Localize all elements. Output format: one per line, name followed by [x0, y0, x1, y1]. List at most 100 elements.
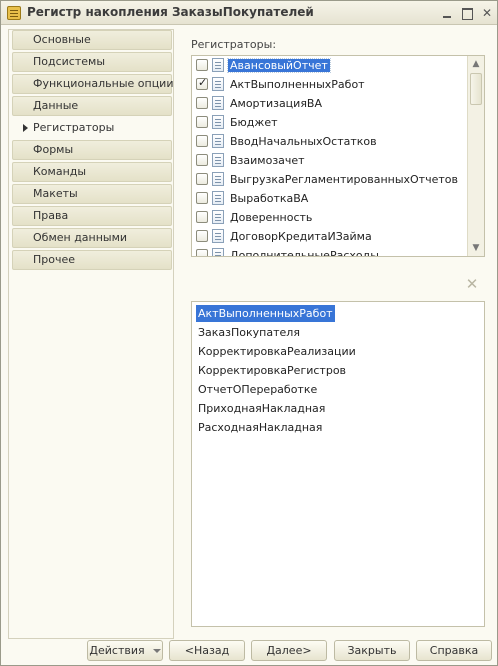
register-app-icon — [7, 6, 21, 20]
minimize-button[interactable] — [439, 5, 455, 21]
document-icon — [212, 153, 224, 167]
nav-item-registratory[interactable]: Регистраторы — [12, 118, 172, 138]
list-item-label: АктВыполненныхРабот — [230, 78, 365, 91]
checkbox[interactable] — [196, 211, 208, 223]
checkbox[interactable] — [196, 97, 208, 109]
actions-button[interactable]: Действия — [87, 640, 163, 661]
checkbox[interactable] — [196, 249, 208, 256]
list-item[interactable]: ЗаказПокупателя — [196, 324, 302, 341]
list-item[interactable]: АвансовыйОтчет — [192, 56, 468, 75]
nav-item-label: Регистраторы — [33, 121, 115, 134]
registrators-label: Регистраторы: — [191, 38, 277, 51]
list-item-label: Бюджет — [230, 116, 278, 129]
list-item[interactable]: ОтчетОПереработке — [196, 381, 319, 398]
list-item[interactable]: АктВыполненныхРабот — [192, 75, 468, 94]
checkbox[interactable] — [196, 76, 208, 90]
nav-item-label: Подсистемы — [33, 55, 106, 68]
list-item[interactable]: ПриходнаяНакладная — [196, 400, 327, 417]
list-item-label: ДоговорКредитаИЗайма — [230, 230, 372, 243]
nav-item-label: Функциональные опции — [33, 77, 174, 90]
list-item[interactable]: Бюджет — [192, 113, 468, 132]
checkbox[interactable] — [196, 59, 208, 71]
help-button[interactable]: Справка — [416, 640, 492, 661]
scroll-thumb[interactable] — [470, 73, 482, 105]
scroll-up-icon[interactable]: ▲ — [468, 56, 484, 72]
sections-nav: Основные Подсистемы Функциональные опции… — [8, 29, 174, 639]
nav-item-dannye[interactable]: Данные — [12, 96, 172, 116]
list-item-label: АвансовыйОтчет — [227, 58, 331, 73]
document-icon — [212, 115, 224, 129]
checkbox[interactable] — [196, 154, 208, 166]
nav-item-label: Обмен данными — [33, 231, 128, 244]
list-item[interactable]: КорректировкаРегистров — [196, 362, 348, 379]
document-icon — [212, 229, 224, 243]
list-item[interactable]: КорректировкаРеализации — [196, 343, 358, 360]
list-item-label: ВводНачальныхОстатков — [230, 135, 377, 148]
scroll-down-icon[interactable]: ▼ — [468, 240, 484, 256]
list-item[interactable]: АктВыполненныхРабот — [196, 305, 335, 322]
back-button-label: <Назад — [184, 644, 230, 657]
checkbox[interactable] — [196, 116, 208, 128]
close-button-label: Закрыть — [347, 644, 397, 657]
nav-item-prava[interactable]: Права — [12, 206, 172, 226]
list-item-label: Взаимозачет — [230, 154, 305, 167]
help-button-label: Справка — [429, 644, 479, 657]
dialog-window: Регистр накопления ЗаказыПокупателей ✕ О… — [0, 0, 498, 666]
nav-item-label: Макеты — [33, 187, 78, 200]
document-icon — [212, 96, 224, 110]
list-item[interactable]: ВыработкаВА — [192, 189, 468, 208]
list-item[interactable]: ВводНачальныхОстатков — [192, 132, 468, 151]
list-item[interactable]: АмортизацияВА — [192, 94, 468, 113]
close-window-button[interactable]: ✕ — [479, 5, 495, 21]
next-button-label: Далее> — [266, 644, 312, 657]
list-item-label: ВыработкаВА — [230, 192, 309, 205]
nav-item-label: Права — [33, 209, 69, 222]
nav-item-label: Команды — [33, 165, 87, 178]
maximize-button[interactable] — [459, 5, 475, 21]
nav-item-prochee[interactable]: Прочее — [12, 250, 172, 270]
checkbox[interactable] — [196, 192, 208, 204]
nav-item-formy[interactable]: Формы — [12, 140, 172, 160]
list-item[interactable]: Взаимозачет — [192, 151, 468, 170]
document-icon — [212, 134, 224, 148]
document-icon — [212, 172, 224, 186]
vertical-scrollbar[interactable]: ▲ ▼ — [467, 56, 484, 256]
close-icon[interactable]: ✕ — [465, 277, 479, 292]
nav-item-podsistemy[interactable]: Подсистемы — [12, 52, 172, 72]
list-item-label: ВыгрузкаРегламентированныхОтчетов — [230, 173, 458, 186]
list-item[interactable]: ДополнительныеРасходы — [192, 246, 468, 257]
document-icon — [212, 58, 224, 72]
document-icon — [212, 77, 224, 91]
nav-item-label: Формы — [33, 143, 74, 156]
registrators-list[interactable]: АвансовыйОтчет АктВыполненныхРабот Аморт… — [191, 55, 485, 257]
close-button[interactable]: Закрыть — [334, 640, 410, 661]
list-item-label: ДополнительныеРасходы — [230, 249, 379, 257]
next-button[interactable]: Далее> — [251, 640, 327, 661]
back-button[interactable]: <Назад — [169, 640, 245, 661]
document-icon — [212, 210, 224, 224]
selected-registrators-list[interactable]: АктВыполненныхРабот ЗаказПокупателя Корр… — [191, 301, 485, 627]
nav-item-funktsionalnye-optsii[interactable]: Функциональные опции — [12, 74, 174, 94]
list-item[interactable]: РасходнаяНакладная — [196, 419, 324, 436]
list-item[interactable]: ДоговорКредитаИЗайма — [192, 227, 468, 246]
list-item[interactable]: ВыгрузкаРегламентированныхОтчетов — [192, 170, 468, 189]
chevron-down-icon — [152, 649, 161, 653]
actions-button-label: Действия — [89, 644, 145, 657]
nav-item-komandy[interactable]: Команды — [12, 162, 172, 182]
window-title: Регистр накопления ЗаказыПокупателей — [27, 5, 314, 19]
nav-item-obmen-dannymi[interactable]: Обмен данными — [12, 228, 172, 248]
list-item-label: Доверенность — [230, 211, 313, 224]
checkbox[interactable] — [196, 135, 208, 147]
nav-item-label: Прочее — [33, 253, 76, 266]
nav-item-label: Основные — [33, 33, 91, 46]
checkbox[interactable] — [196, 230, 208, 242]
document-icon — [212, 248, 224, 256]
nav-item-makety[interactable]: Макеты — [12, 184, 172, 204]
document-icon — [212, 191, 224, 205]
list-item[interactable]: Доверенность — [192, 208, 468, 227]
nav-item-osnovnye[interactable]: Основные — [12, 30, 172, 50]
registrators-page: Регистраторы: АвансовыйОтчет АктВыполнен… — [181, 29, 493, 639]
checkbox[interactable] — [196, 173, 208, 185]
titlebar: Регистр накопления ЗаказыПокупателей ✕ — [1, 1, 497, 25]
nav-item-label: Данные — [33, 99, 79, 112]
